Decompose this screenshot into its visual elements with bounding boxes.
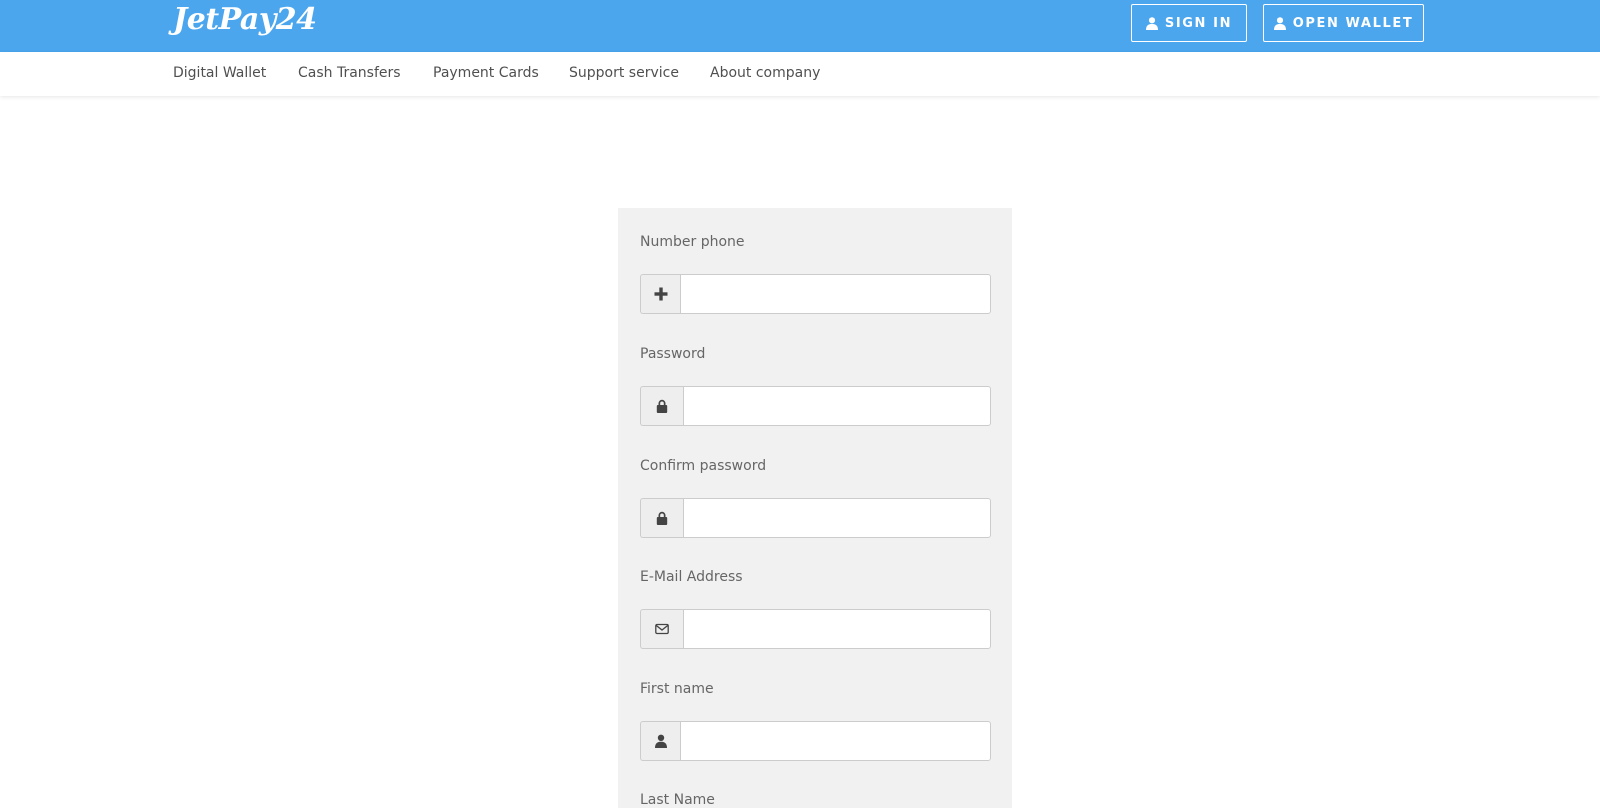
email-label: E-Mail Address — [640, 569, 743, 585]
nav-support-service[interactable]: Support service — [569, 65, 679, 81]
email-input-group — [640, 609, 991, 649]
password-addon — [640, 386, 683, 426]
confirm-password-label: Confirm password — [640, 458, 767, 474]
user-icon — [1273, 16, 1286, 30]
nav-about-company[interactable]: About company — [710, 65, 820, 81]
phone-addon — [640, 274, 680, 314]
confirm-password-addon — [640, 498, 683, 538]
top-header-bar: JetPay24 SIGN IN OPEN WALLET — [0, 0, 1600, 52]
last-name-label: Last Name — [640, 792, 715, 808]
lock-icon — [656, 399, 668, 413]
nav-cash-transfers[interactable]: Cash Transfers — [298, 65, 401, 81]
nav-digital-wallet[interactable]: Digital Wallet — [173, 65, 266, 81]
phone-input-group — [640, 274, 991, 314]
open-wallet-button[interactable]: OPEN WALLET — [1263, 4, 1424, 42]
plus-icon — [654, 287, 667, 301]
first-name-input[interactable] — [680, 721, 991, 761]
nav-payment-cards[interactable]: Payment Cards — [433, 65, 539, 81]
password-input-group — [640, 386, 991, 426]
phone-input[interactable] — [680, 274, 991, 314]
first-name-addon — [640, 721, 680, 761]
user-icon — [654, 734, 667, 748]
main-nav: Digital Wallet Cash Transfers Payment Ca… — [0, 52, 1600, 96]
envelope-icon — [655, 623, 669, 635]
email-addon — [640, 609, 683, 649]
first-name-label: First name — [640, 681, 714, 697]
registration-form: Number phone Password Confirm password E… — [618, 208, 1012, 808]
brand-logo[interactable]: JetPay24 — [173, 2, 317, 37]
user-icon — [1145, 16, 1158, 30]
confirm-password-input[interactable] — [683, 498, 991, 538]
first-name-input-group — [640, 721, 991, 761]
email-input[interactable] — [683, 609, 991, 649]
confirm-password-input-group — [640, 498, 991, 538]
sign-in-button[interactable]: SIGN IN — [1131, 4, 1247, 42]
password-input[interactable] — [683, 386, 991, 426]
lock-icon — [656, 511, 668, 525]
phone-label: Number phone — [640, 234, 745, 250]
sign-in-label: SIGN IN — [1164, 15, 1233, 31]
password-label: Password — [640, 346, 706, 362]
open-wallet-label: OPEN WALLET — [1292, 15, 1414, 31]
